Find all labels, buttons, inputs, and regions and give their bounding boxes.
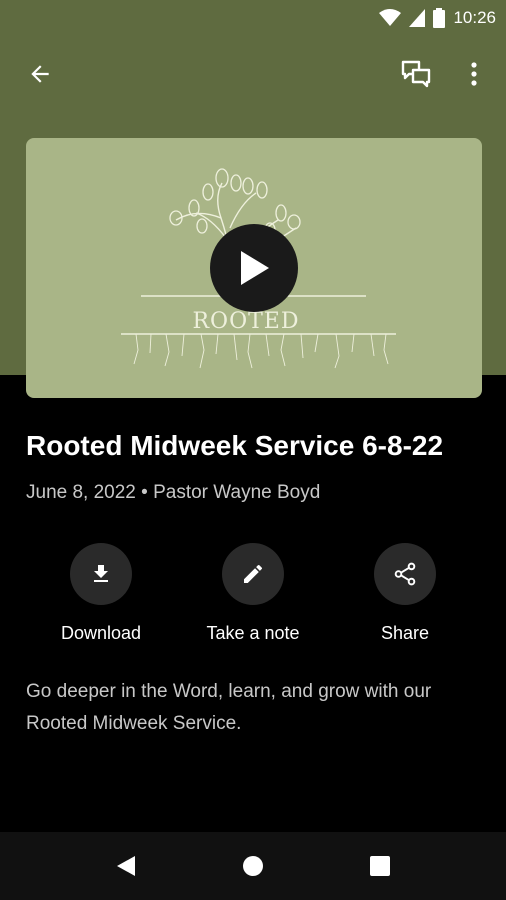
sermon-description: Go deeper in the Word, learn, and grow w… xyxy=(26,681,432,734)
nav-home-icon xyxy=(243,856,263,876)
download-label: Download xyxy=(60,623,142,643)
nav-recents-icon xyxy=(370,856,390,876)
rooted-logo-text: ROOTED xyxy=(192,309,299,334)
app-bar xyxy=(0,48,506,100)
back-button[interactable] xyxy=(18,52,62,96)
share-action[interactable]: Share xyxy=(325,543,485,644)
wifi-icon xyxy=(379,9,402,26)
share-button[interactable] xyxy=(374,543,436,605)
take-note-action[interactable]: Take a note xyxy=(173,543,333,644)
sermon-title: Rooted Midweek Service 6-8-22 xyxy=(26,430,444,461)
take-note-button[interactable] xyxy=(222,543,284,605)
share-icon xyxy=(394,562,416,586)
cell-signal-icon xyxy=(409,9,426,27)
nav-recents-button[interactable] xyxy=(360,846,400,886)
nav-back-icon xyxy=(117,856,135,876)
play-icon xyxy=(241,251,269,285)
more-options-button[interactable] xyxy=(452,52,496,96)
video-thumbnail[interactable]: ROOTED xyxy=(26,138,482,398)
download-action[interactable]: Download xyxy=(21,543,181,644)
sermon-meta: June 8, 2022 • Pastor Wayne Boyd xyxy=(26,482,321,503)
discussion-button[interactable] xyxy=(394,52,438,96)
status-time: 10:26 xyxy=(453,8,496,27)
chat-bubbles-icon xyxy=(401,60,431,88)
share-label: Share xyxy=(380,623,430,643)
more-vert-icon xyxy=(471,62,477,86)
take-note-label: Take a note xyxy=(206,623,300,643)
nav-home-button[interactable] xyxy=(233,846,273,886)
pencil-icon xyxy=(244,564,263,583)
system-nav-bar xyxy=(0,832,506,900)
battery-icon xyxy=(433,8,446,28)
arrow-back-icon xyxy=(31,65,49,83)
download-button[interactable] xyxy=(70,543,132,605)
nav-back-button[interactable] xyxy=(106,846,146,886)
download-icon xyxy=(94,565,108,582)
status-bar: 10:26 xyxy=(0,0,506,36)
play-button[interactable] xyxy=(210,224,298,312)
